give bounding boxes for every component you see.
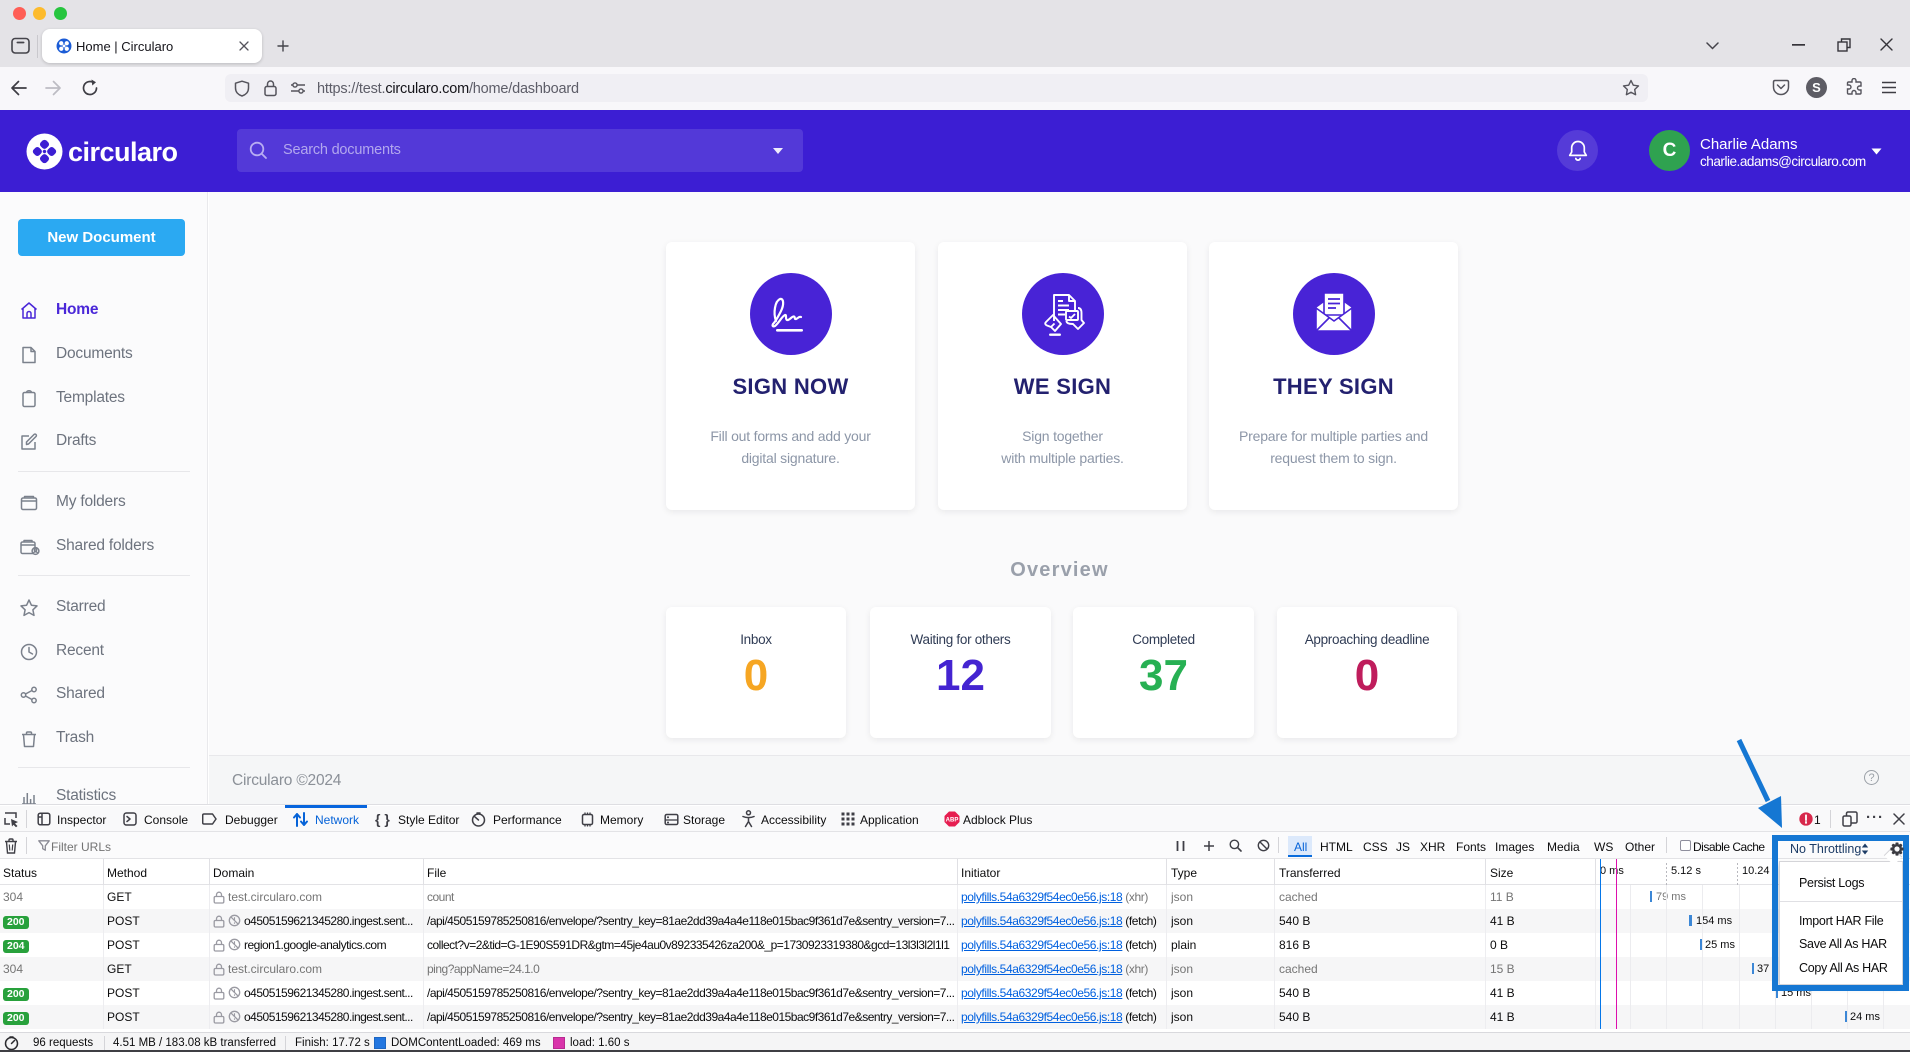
svg-text:ABP: ABP xyxy=(946,818,959,824)
